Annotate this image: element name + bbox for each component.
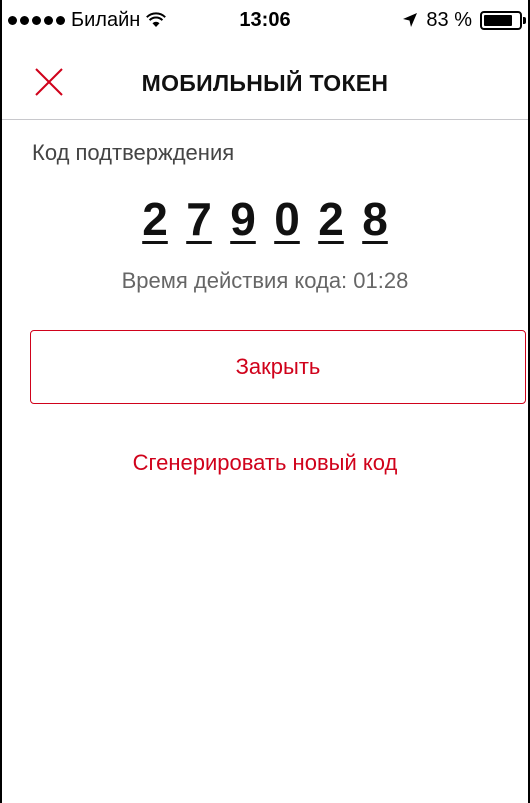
location-arrow-icon — [403, 13, 418, 27]
signal-dots-icon — [8, 15, 65, 25]
battery-fill — [484, 14, 513, 26]
page-title: МОБИЛЬНЫЙ ТОКЕН — [141, 70, 389, 96]
code-label: Код подтверждения — [32, 140, 235, 165]
nav-bar: МОБИЛЬНЫЙ ТОКЕН — [2, 40, 528, 120]
status-right: 83 % — [402, 8, 526, 32]
code-digit: 2 — [142, 193, 168, 245]
regenerate-code-link[interactable]: Сгенерировать новый код — [2, 450, 528, 476]
code-digit: 9 — [230, 193, 256, 245]
battery-percent: 83 % — [426, 8, 472, 31]
timer-value: 01:28 — [353, 268, 409, 293]
code-timer: Время действия кода: 01:28 — [2, 268, 528, 294]
wifi-icon — [146, 12, 167, 27]
code-digit: 0 — [274, 193, 300, 245]
mobile-token-screen: Билайн 13:06 83 % МОБИЛЬНЫЙ ТОКЕН Код по… — [0, 0, 530, 803]
status-left: Билайн — [8, 8, 167, 32]
timer-label: Время действия кода: — [121, 268, 348, 293]
status-bar: Билайн 13:06 83 % — [2, 0, 528, 40]
carrier-label: Билайн — [71, 8, 141, 31]
code-digit: 2 — [318, 193, 344, 245]
code-digit: 8 — [362, 193, 388, 245]
code-digit: 7 — [186, 193, 212, 245]
battery-icon — [480, 10, 526, 30]
confirmation-code: 2 7 9 0 2 8 — [2, 192, 528, 246]
close-button[interactable]: Закрыть — [30, 330, 526, 404]
